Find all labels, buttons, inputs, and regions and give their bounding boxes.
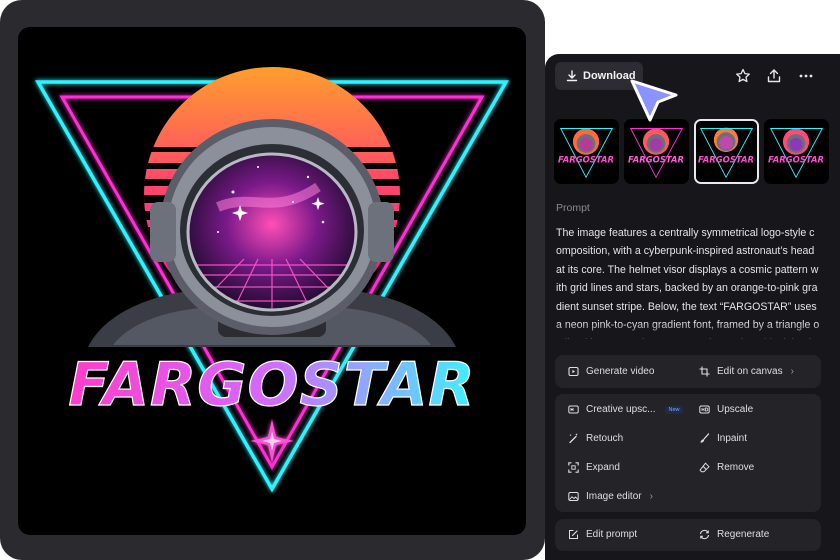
image-actions-panel: Download FARGOSTAR FARGOSTAR FARGOSTAR F… bbox=[545, 54, 840, 560]
magic-wand-icon bbox=[569, 433, 578, 444]
image-editor-button[interactable]: Image editor › bbox=[568, 491, 653, 502]
generated-image[interactable]: FARGOSTAR bbox=[18, 27, 526, 535]
inpaint-label: Inpaint bbox=[717, 433, 748, 444]
regenerate-button[interactable]: Regenerate bbox=[699, 529, 769, 540]
chevron-right-icon: › bbox=[649, 491, 653, 502]
regenerate-label: Regenerate bbox=[717, 529, 770, 540]
logo-text: FARGOSTAR bbox=[68, 350, 475, 420]
retouch-label: Retouch bbox=[586, 433, 624, 444]
fargostar-logo-art: FARGOSTAR bbox=[34, 67, 510, 493]
edit-on-canvas-label: Edit on canvas bbox=[717, 366, 783, 377]
image-edit-icon bbox=[568, 492, 579, 501]
image-preview-card: FARGOSTAR bbox=[0, 0, 545, 560]
brush-icon bbox=[700, 433, 710, 443]
new-badge: New bbox=[665, 405, 683, 414]
thumbnail-2[interactable]: FARGOSTAR bbox=[624, 119, 689, 184]
action-group-prompt: Edit prompt Regenerate bbox=[555, 519, 821, 551]
edit-prompt-button[interactable]: Edit prompt bbox=[568, 529, 637, 540]
crop-icon bbox=[699, 366, 710, 377]
prompt-label: Prompt bbox=[556, 202, 590, 214]
edit-prompt-label: Edit prompt bbox=[586, 529, 638, 540]
creative-upscale-label: Creative upsc... bbox=[586, 404, 656, 415]
eraser-icon bbox=[699, 462, 710, 473]
retouch-button[interactable]: Retouch bbox=[568, 433, 623, 444]
toolbar: Download bbox=[555, 62, 830, 90]
variation-thumbnails: FARGOSTAR FARGOSTAR FARGOSTAR FARGOSTAR bbox=[554, 119, 829, 184]
thumbnail-1[interactable]: FARGOSTAR bbox=[554, 119, 619, 184]
edit-prompt-icon bbox=[569, 530, 578, 539]
generate-video-button[interactable]: Generate video bbox=[568, 366, 654, 377]
remove-button[interactable]: Remove bbox=[699, 462, 754, 473]
video-icon bbox=[568, 366, 579, 377]
edit-on-canvas-button[interactable]: Edit on canvas › bbox=[699, 366, 794, 377]
svg-text:FARGOSTAR: FARGOSTAR bbox=[628, 154, 684, 164]
thumbnail-4[interactable]: FARGOSTAR bbox=[764, 119, 829, 184]
expand-label: Expand bbox=[586, 462, 620, 473]
action-group-primary: Generate video Edit on canvas › bbox=[555, 355, 821, 388]
expand-icon bbox=[568, 462, 579, 473]
upscale-button[interactable]: Upscale bbox=[699, 404, 753, 415]
remove-label: Remove bbox=[717, 462, 755, 473]
generate-video-label: Generate video bbox=[586, 366, 655, 377]
cursor-arrow-icon bbox=[630, 79, 678, 122]
creative-upscale-button[interactable]: Creative upsc... New bbox=[568, 404, 683, 415]
upscale-label: Upscale bbox=[717, 404, 754, 415]
star-icon[interactable] bbox=[734, 67, 752, 85]
expand-button[interactable]: Expand bbox=[568, 462, 620, 473]
thumbnail-3-selected[interactable]: FARGOSTAR bbox=[694, 119, 759, 184]
download-icon bbox=[566, 70, 578, 82]
action-group-edit: Creative upsc... New Upscale Retouch Inp… bbox=[555, 394, 821, 512]
share-icon[interactable] bbox=[765, 67, 783, 85]
inpaint-button[interactable]: Inpaint bbox=[699, 433, 747, 444]
hd-icon bbox=[699, 405, 710, 414]
more-icon[interactable] bbox=[797, 67, 815, 85]
chevron-right-icon: › bbox=[790, 366, 794, 377]
prompt-fade-overlay bbox=[545, 322, 840, 344]
hd-plus-icon bbox=[568, 405, 579, 414]
image-editor-label: Image editor bbox=[586, 491, 642, 502]
svg-text:FARGOSTAR: FARGOSTAR bbox=[698, 154, 754, 164]
regenerate-icon bbox=[699, 529, 710, 540]
svg-text:FARGOSTAR: FARGOSTAR bbox=[768, 154, 824, 164]
svg-text:FARGOSTAR: FARGOSTAR bbox=[558, 154, 614, 164]
